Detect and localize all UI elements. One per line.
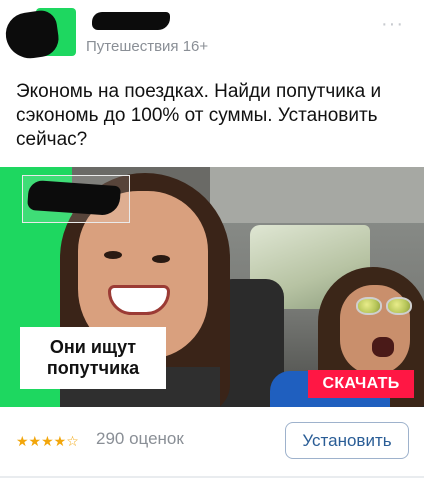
sunglasses [356,297,416,317]
rating-count: 290 оценок [96,429,184,448]
more-options-icon[interactable]: ··· [381,14,404,34]
ad-logo-redacted [27,179,121,217]
car-ceiling [210,167,424,223]
ad-caption: Они ищут попутчика [20,327,166,389]
post-text: Экономь на поездках. Найди попутчика и с… [16,81,382,150]
post-category: Путешествия 16+ [86,38,209,55]
passenger-mouth [372,337,394,357]
post-header: Путешествия 16+ ··· [0,0,424,66]
driver-eye [104,251,122,259]
sunglasses-lens [386,297,412,315]
install-button[interactable]: Установить [285,422,409,459]
sunglasses-lens [356,297,382,315]
driver-eye [152,255,170,263]
download-button[interactable]: СКАЧАТЬ [308,370,414,398]
avatar[interactable] [3,4,80,62]
ad-image[interactable]: Они ищут попутчика СКАЧАТЬ [0,167,424,407]
rating-stars-icon: ★★★★☆ [16,433,79,449]
post-footer: ★★★★☆ 290 оценок Установить [0,407,424,478]
author-name-redacted[interactable] [92,12,170,30]
